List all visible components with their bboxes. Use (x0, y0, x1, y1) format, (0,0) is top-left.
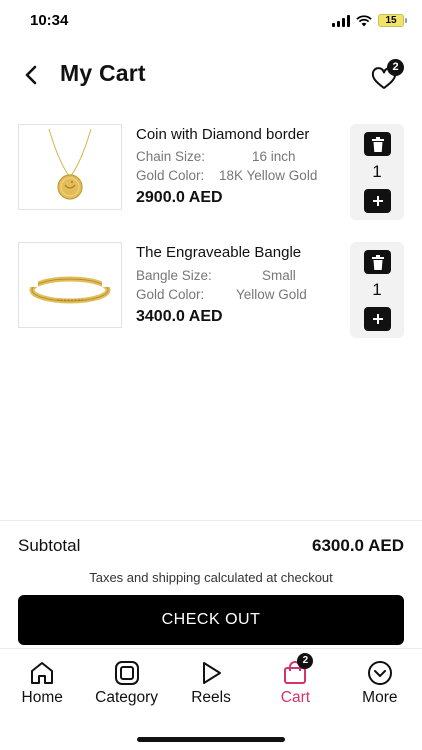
home-indicator[interactable] (137, 737, 285, 742)
subtotal-row: Subtotal 6300.0 AED (18, 536, 404, 556)
quantity-stepper: 1 (350, 242, 404, 338)
item-attribute: Chain Size: 16 inch (136, 149, 346, 165)
status-bar: 10:34 15 (0, 0, 422, 44)
attr-label: Chain Size: (136, 149, 206, 164)
back-button[interactable] (18, 61, 46, 89)
tab-cart[interactable]: 2 Cart (253, 649, 337, 718)
tab-label: Home (21, 689, 63, 706)
divider (0, 520, 422, 521)
play-icon (203, 662, 222, 684)
category-icon (114, 661, 139, 685)
chevron-circle-icon (367, 661, 392, 685)
delete-button[interactable] (364, 132, 391, 156)
subtotal-value: 6300.0 AED (312, 536, 404, 555)
tab-home[interactable]: Home (0, 649, 84, 718)
status-time: 10:34 (30, 12, 69, 29)
item-info: The Engraveable Bangle Bangle Size: Smal… (136, 242, 346, 326)
item-attribute: Bangle Size: Small (136, 268, 346, 284)
tab-label: Category (95, 689, 159, 706)
attr-value: 16 inch (252, 149, 296, 164)
delete-button[interactable] (364, 250, 391, 274)
item-price: 2900.0 AED (136, 189, 223, 206)
tab-reels[interactable]: Reels (169, 649, 253, 718)
attr-value: Yellow Gold (236, 287, 307, 302)
home-icon (31, 662, 54, 684)
tax-note: Taxes and shipping calculated at checkou… (89, 570, 333, 585)
attr-label: Gold Color: (136, 168, 205, 183)
tab-category[interactable]: Category (84, 649, 168, 718)
tab-label: Cart (280, 689, 311, 706)
item-name[interactable]: The Engraveable Bangle (136, 242, 346, 263)
status-indicators: 15 (332, 14, 407, 27)
wifi-icon (356, 14, 372, 26)
item-price: 3400.0 AED (136, 308, 223, 325)
product-image-necklace[interactable] (18, 124, 122, 210)
wishlist-button[interactable]: 2 (370, 59, 404, 91)
item-info: Coin with Diamond border Chain Size: 16 … (136, 124, 346, 207)
item-attribute: Gold Color: Yellow Gold (136, 287, 346, 303)
attr-value: 18K Yellow Gold (219, 168, 318, 183)
wishlist-count-badge: 2 (387, 59, 404, 76)
plus-icon (372, 196, 383, 206)
attr-value: Small (262, 268, 296, 283)
tab-label: Reels (191, 689, 231, 706)
tab-more[interactable]: More (338, 649, 422, 718)
attr-label: Bangle Size: (136, 268, 212, 283)
increase-button[interactable] (364, 189, 391, 213)
header: My Cart 2 (0, 55, 422, 95)
attr-label: Gold Color: (136, 287, 205, 302)
plus-icon (372, 314, 383, 324)
page-title: My Cart (60, 60, 146, 86)
cart-count-badge: 2 (297, 653, 314, 669)
item-attribute: Gold Color: 18K Yellow Gold (136, 168, 346, 184)
trash-icon (371, 136, 384, 152)
item-name[interactable]: Coin with Diamond border (136, 124, 346, 145)
signal-icon (332, 14, 350, 27)
quantity-value: 1 (372, 280, 382, 299)
subtotal-label: Subtotal (18, 536, 81, 555)
battery-icon: 15 (378, 14, 407, 27)
tab-bar: Home Category Reels 2 Cart More (0, 648, 422, 718)
tab-label: More (362, 689, 398, 706)
quantity-value: 1 (372, 162, 382, 181)
trash-icon (371, 254, 384, 270)
increase-button[interactable] (364, 307, 391, 331)
checkout-button[interactable]: CHECK OUT (18, 595, 404, 645)
quantity-stepper: 1 (350, 124, 404, 220)
product-image-bangle[interactable] (18, 242, 122, 328)
chevron-left-icon (25, 65, 37, 85)
